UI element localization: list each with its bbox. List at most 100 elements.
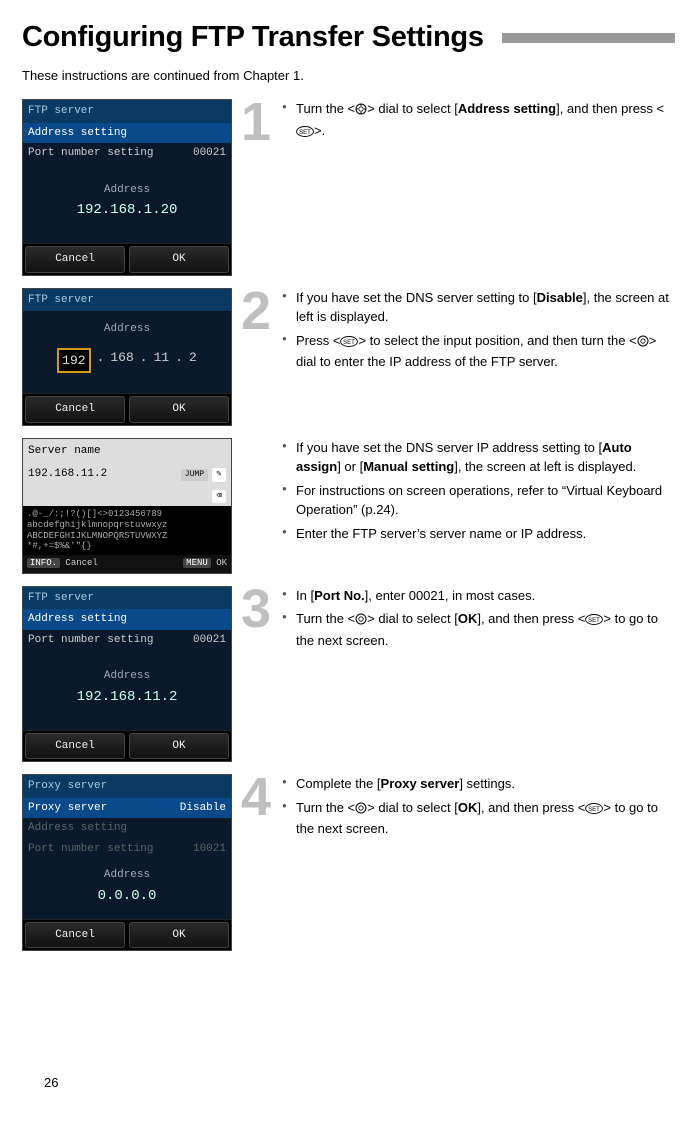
kbd-line: *#,+=$%&'"{}: [27, 541, 92, 551]
step-number-3: 3: [236, 588, 276, 631]
thumb-port-label: Port number setting: [28, 841, 153, 858]
step4-bullet2: Turn the < > dial to select [OK], and the…: [282, 798, 675, 839]
step4-bullet1: Complete the [Proxy server] settings.: [282, 774, 675, 794]
thumb-ok-button: OK: [129, 396, 229, 423]
set-icon: SET: [585, 611, 603, 631]
svg-text:SET: SET: [344, 340, 356, 346]
thumb-port-value: 00021: [193, 632, 226, 649]
intro-text: These instructions are continued from Ch…: [22, 66, 675, 86]
dial-icon: [355, 800, 367, 820]
thumb-cancel-button: Cancel: [25, 396, 125, 423]
thumb-buttonbar: Cancel OK: [23, 730, 231, 762]
step-number-1: 1: [236, 101, 276, 144]
text: > dial to select [: [367, 101, 458, 116]
step2a-bullet1: If you have set the DNS server setting t…: [282, 288, 675, 327]
page-title: Configuring FTP Transfer Settings: [22, 16, 484, 60]
kbd-line: ABCDEFGHIJKLMNOPQRSTUVWXYZ: [27, 531, 167, 541]
backspace-icon: ⌫: [212, 490, 226, 504]
set-icon: SET: [340, 333, 358, 353]
thumb-mid-label: Address: [23, 182, 231, 199]
thumb-step3: FTP server Address setting Port number s…: [22, 586, 232, 763]
thumb-proxy-label: Proxy server: [28, 800, 107, 817]
step2b-bullet2: For instructions on screen operations, r…: [282, 481, 675, 520]
bold: Proxy server: [381, 776, 460, 791]
thumb-row-proxy: Proxy server Disable: [23, 798, 231, 819]
thumb-row-port: Port number setting 00021: [23, 630, 231, 651]
thumb-row-address-setting: Address setting: [23, 818, 231, 839]
thumb-port-label: Port number setting: [28, 145, 153, 162]
set-icon: SET: [296, 123, 314, 143]
thumb-heading: FTP server: [23, 100, 231, 123]
text: Turn the <: [296, 800, 355, 815]
jump-label: JUMP: [181, 469, 208, 481]
step-number-4: 4: [236, 776, 276, 819]
text: If you have set the DNS server IP addres…: [296, 440, 602, 455]
step-2b: Server name 192.168.11.2 JUMP✎ ⌫ .@-_/:;…: [22, 438, 675, 574]
thumb-heading: FTP server: [23, 289, 231, 312]
thumb-cancel-button: Cancel: [25, 246, 125, 273]
thumb-mid-label: Address: [23, 867, 231, 884]
step1-bullet1: Turn the <> dial to select [Address sett…: [282, 99, 675, 142]
thumb-mid: Address 192.168.1.20: [23, 164, 231, 244]
svg-text:SET: SET: [299, 130, 311, 136]
text: > dial to select [: [367, 611, 458, 626]
dial-icon: [637, 333, 649, 353]
thumb-ip-row: 192.168.11.2 JUMP ✎: [23, 463, 231, 486]
thumb-heading: FTP server: [23, 587, 231, 610]
step2b-body: If you have set the DNS server IP addres…: [282, 438, 675, 548]
text: > to select the input position, and then…: [358, 333, 636, 348]
thumb-ip: 192.168.11.2: [28, 466, 107, 483]
bold: Manual setting: [363, 459, 454, 474]
thumb-step4: Proxy server Proxy server Disable Addres…: [22, 774, 232, 951]
thumb-mid: Address 192.168.11.2: [23, 650, 231, 730]
bold: OK: [458, 800, 478, 815]
svg-text:SET: SET: [589, 618, 601, 624]
text: ] or [: [337, 459, 363, 474]
thumb-info: INFO. Cancel: [27, 557, 98, 571]
step3-body: In [Port No.], enter 00021, in most case…: [282, 586, 675, 655]
menu-label: MENU: [183, 558, 211, 568]
title-decorative-bar: [502, 33, 675, 43]
ip-octet-2: 168: [110, 348, 133, 374]
step-4: Proxy server Proxy server Disable Addres…: [22, 774, 675, 951]
text: > dial to select [: [367, 800, 458, 815]
thumb-proxy-value: Disable: [180, 800, 226, 817]
text: ], and then press <: [556, 101, 664, 116]
thumb-port-value: 00021: [193, 145, 226, 162]
step-number-2: 2: [236, 290, 276, 333]
thumb-buttonbar: Cancel OK: [23, 393, 231, 425]
text: ], the screen at left is displayed.: [454, 459, 636, 474]
text: Press <: [296, 333, 340, 348]
step2b-bullet1: If you have set the DNS server IP addres…: [282, 438, 675, 477]
page-number: 26: [44, 1073, 58, 1093]
thumb-mid-label: Address: [23, 321, 231, 338]
step-1: FTP server Address setting Port number s…: [22, 99, 675, 276]
thumb-ip-group: 192. 168. 11. 2: [23, 348, 231, 374]
text: Turn the <: [296, 101, 355, 116]
kbd-line: .@-_/:;!?()[]<>0123456789: [27, 509, 162, 519]
step3-bullet1: In [Port No.], enter 00021, in most case…: [282, 586, 675, 606]
thumb-cancel-button: Cancel: [25, 922, 125, 949]
thumb-ok-button: OK: [129, 922, 229, 949]
ok-label: OK: [216, 558, 227, 568]
text: ], and then press <: [477, 800, 585, 815]
set-icon: SET: [585, 800, 603, 820]
thumb-bottom-bar: INFO. Cancel MENU OK: [23, 555, 231, 573]
kbd-line: abcdefghijklmnopqrstuvwxyz: [27, 520, 167, 530]
thumb-buttonbar: Cancel OK: [23, 243, 231, 275]
step1-body: Turn the <> dial to select [Address sett…: [282, 99, 675, 146]
text: Turn the <: [296, 611, 355, 626]
cancel-label: Cancel: [65, 558, 97, 568]
input-icon: ✎: [212, 468, 226, 482]
ip-octet-4: 2: [189, 348, 197, 374]
dial-icon: [355, 611, 367, 631]
thumb-ok-button: OK: [129, 246, 229, 273]
step2a-body: If you have set the DNS server setting t…: [282, 288, 675, 376]
step2b-bullet3: Enter the FTP server’s server name or IP…: [282, 524, 675, 544]
text: If you have set the DNS server setting t…: [296, 290, 537, 305]
ip-octet-1: 192: [57, 348, 90, 374]
thumb-row-address-setting: Address setting: [23, 609, 231, 630]
thumb-step2b: Server name 192.168.11.2 JUMP✎ ⌫ .@-_/:;…: [22, 438, 232, 574]
thumb-row-port: Port number setting 10021: [23, 839, 231, 860]
step3-bullet2: Turn the <> dial to select [OK], and the…: [282, 609, 675, 650]
